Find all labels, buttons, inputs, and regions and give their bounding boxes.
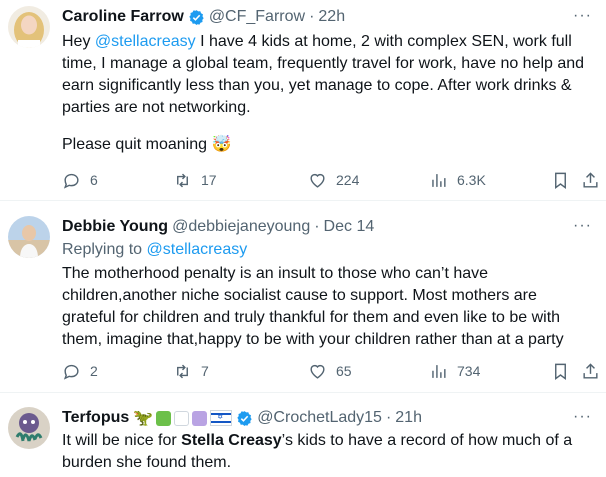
bookmark-button[interactable] [551,168,570,192]
reply-button[interactable]: 6 [62,168,98,192]
views-button[interactable]: 6.3K [429,168,486,192]
tweet-text-closing: Please quit moaning [62,136,207,153]
more-icon[interactable]: ··· [573,408,592,426]
author-name[interactable]: Debbie Young [62,218,168,236]
avatar-image [8,6,50,48]
tweet-text: Hey @stellacreasy I have 4 kids at home,… [62,31,592,119]
like-icon [310,173,325,188]
mention-link[interactable]: @stellacreasy [95,33,196,50]
views-icon [432,173,446,187]
replying-to: Replying to @stellacreasy [62,239,592,261]
header-separator: · [314,218,320,235]
tweet-text-prefix: It will be nice for [62,432,182,449]
bookmark-icon [555,363,566,380]
avatar[interactable] [8,216,50,258]
views-count: 6.3K [457,172,486,188]
reply-icon [63,173,79,189]
author-handle[interactable]: @debbiejaneyoung [172,218,310,236]
like-button[interactable]: 65 [308,359,352,383]
tweet-text-line-2: Please quit moaning 🤯 [62,134,592,156]
action-bar: 2 7 65 734 [62,359,606,383]
author-handle[interactable]: @CrochetLady15 [257,409,382,427]
reply-count: 2 [90,363,98,379]
replying-to-mention[interactable]: @stellacreasy [147,241,248,258]
share-button[interactable] [581,168,600,192]
reply-icon [63,364,79,380]
tweet-header: Terfopus 🦖 ✡ @CrochetLady15 · 21h [62,407,422,429]
header-separator: · [385,409,392,426]
tweet-timestamp[interactable]: 22h [318,8,345,26]
author-name[interactable]: Caroline Farrow [62,8,184,26]
repost-icon [177,173,188,187]
replying-to-label: Replying to [62,241,147,258]
avatar-image [8,216,50,258]
green-square-emoji [156,410,172,426]
tweet-text-bold: Stella Creasy [181,432,282,449]
avatar[interactable] [8,407,50,449]
avatar-image [8,407,50,449]
exploding-head-emoji: 🤯 [211,136,232,153]
views-count: 734 [457,363,481,379]
views-icon [432,364,446,378]
verified-badge-icon [237,410,252,426]
author-handle[interactable]: @CF_Farrow [209,8,305,26]
share-icon [583,171,598,188]
reply-count: 6 [90,172,98,188]
author-name[interactable]: Terfopus [62,409,129,427]
tweet-text: It will be nice for Stella Creasy’s kids… [62,430,592,474]
tweet-terfopus[interactable]: Terfopus 🦖 ✡ @CrochetLady15 · 21h ··· It… [0,393,606,477]
action-bar: 6 17 224 6.3K [62,168,606,192]
bookmark-button[interactable] [551,359,570,383]
tweet-timestamp[interactable]: Dec 14 [324,218,375,236]
share-icon [583,362,598,379]
header-separator: · [309,8,315,25]
more-icon[interactable]: ··· [573,217,592,235]
views-button[interactable]: 734 [429,359,480,383]
more-icon[interactable]: ··· [573,7,592,25]
repost-button[interactable]: 7 [173,359,209,383]
avatar[interactable] [8,6,50,48]
verified-badge-icon [189,9,204,25]
tweet-header: Debbie Young @debbiejaneyoung · Dec 14 [62,216,374,238]
repost-icon [177,364,188,378]
reply-button[interactable]: 2 [62,359,98,383]
like-count: 65 [336,363,352,379]
tweet-text-prefix: Hey [62,33,95,50]
dinosaur-emoji: 🦖 [133,410,154,427]
white-square-emoji [174,410,190,426]
repost-count: 7 [201,363,209,379]
repost-count: 17 [201,172,217,188]
purple-square-emoji [192,410,208,426]
tweet-timestamp[interactable]: 21h [395,409,422,427]
like-count: 224 [336,172,360,188]
bookmark-icon [555,172,566,189]
tweet-header: Caroline Farrow @CF_Farrow · 22h [62,6,345,28]
repost-button[interactable]: 17 [173,168,217,192]
tweet-debbie-young[interactable]: Debbie Young @debbiejaneyoung · Dec 14 ·… [0,201,606,392]
like-icon [310,364,325,379]
israel-flag-icon: ✡ [210,410,233,426]
tweet-text: The motherhood penalty is an insult to t… [62,265,564,348]
share-button[interactable] [581,359,600,383]
tweet-caroline-farrow[interactable]: Caroline Farrow @CF_Farrow · 22h ··· Hey… [0,0,606,200]
like-button[interactable]: 224 [308,168,359,192]
